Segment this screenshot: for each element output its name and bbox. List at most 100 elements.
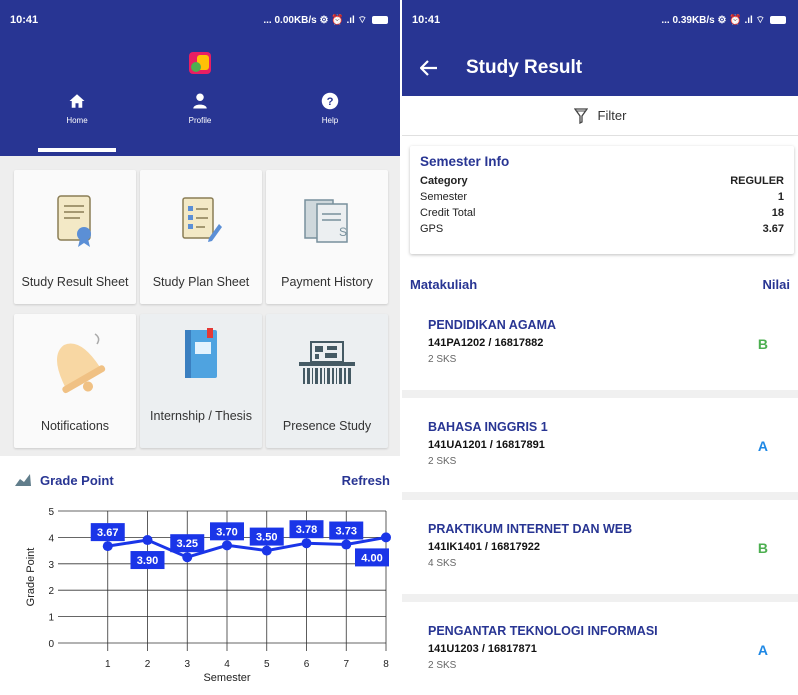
status-time: 10:41 xyxy=(10,14,39,26)
tile-label: Internship / Thesis xyxy=(150,409,252,423)
semester-info-title: Semester Info xyxy=(420,154,510,169)
y-tick-label: 2 xyxy=(48,586,54,597)
page-title: Study Result xyxy=(466,57,583,78)
nav-home-label: Home xyxy=(66,116,88,125)
app-bar: Study Result xyxy=(402,40,798,96)
top-navigation: Home Profile ? Help xyxy=(0,40,400,156)
menu-grid: Study Result Sheet Study Plan Sheet S Pa… xyxy=(0,156,400,456)
course-grade: A xyxy=(757,642,768,658)
tile-study-plan-sheet[interactable]: Study Plan Sheet xyxy=(140,170,262,304)
nav-help-label: Help xyxy=(321,116,339,125)
nilai-header: Nilai xyxy=(762,276,790,292)
tile-label: Payment History xyxy=(281,275,373,289)
data-label: 3.25 xyxy=(177,538,198,550)
course-code: 141UA1201 / 16817891 xyxy=(428,439,545,451)
course-name: PENDIDIKAN AGAMA xyxy=(428,318,557,332)
tile-label: Notifications xyxy=(40,419,110,433)
course-code: 141U1203 / 16817871 xyxy=(428,643,537,655)
nav-profile-label: Profile xyxy=(188,116,212,125)
course-name: PRAKTIKUM INTERNET DAN WEB xyxy=(428,522,633,536)
tile-internship-thesis[interactable]: Internship / Thesis xyxy=(140,314,262,448)
checklist-icon xyxy=(182,197,222,242)
app-logo xyxy=(189,52,211,74)
course-grade: B xyxy=(757,540,768,556)
svg-text:S: S xyxy=(339,225,347,239)
x-tick-label: 3 xyxy=(184,659,190,670)
course-item[interactable]: PRAKTIKUM INTERNET DAN WEB 141IK1401 / 1… xyxy=(402,500,798,594)
tile-label: Study Result Sheet xyxy=(21,275,129,289)
home-icon xyxy=(69,94,85,108)
tile-payment-history[interactable]: S Payment History xyxy=(266,170,388,304)
semester-info-card: Semester Info Category REGULER Semester … xyxy=(410,146,794,254)
chart-icon xyxy=(15,474,31,486)
x-tick-label: 7 xyxy=(343,659,349,670)
course-list: PENDIDIKAN AGAMA 141PA1202 / 16817882 2 … xyxy=(402,296,798,695)
svg-text:?: ? xyxy=(327,96,334,108)
x-tick-label: 8 xyxy=(383,659,389,670)
course-credits: 2 SKS xyxy=(428,660,457,671)
back-arrow-icon[interactable] xyxy=(420,60,438,76)
filter-label: Filter xyxy=(597,108,627,123)
data-label: 3.50 xyxy=(256,532,277,544)
status-indicators: ... 0.39KB/s ⚙ ⏰ .ıl ⌔ xyxy=(661,14,765,26)
data-point xyxy=(222,540,232,551)
status-bar: 10:41 ... 0.39KB/s ⚙ ⏰ .ıl ⌔ xyxy=(402,0,798,40)
y-tick-label: 1 xyxy=(48,613,54,624)
semester-row-gps: GPS 3.67 xyxy=(420,223,784,235)
home-screen: 10:41 ... 0.00KB/s ⚙ ⏰ .ıl ⌔ Home Profil… xyxy=(0,0,400,695)
data-point xyxy=(102,541,113,552)
data-label: 4.00 xyxy=(361,552,382,564)
course-item[interactable]: PENDIDIKAN AGAMA 141PA1202 / 16817882 2 … xyxy=(402,296,798,390)
matakuliah-header: Matakuliah xyxy=(410,276,478,292)
x-tick-label: 1 xyxy=(105,659,111,670)
x-tick-label: 2 xyxy=(145,659,151,670)
barcode-icon xyxy=(299,341,355,384)
battery-icon xyxy=(770,16,786,24)
x-axis-label: Semester xyxy=(203,672,250,684)
tile-study-result-sheet[interactable]: Study Result Sheet xyxy=(14,170,136,304)
data-label: 3.73 xyxy=(336,526,357,538)
y-tick-label: 4 xyxy=(48,533,54,544)
certificate-icon xyxy=(57,195,91,247)
nav-home[interactable]: Home xyxy=(42,92,112,125)
bell-icon xyxy=(57,333,106,394)
nav-profile[interactable]: Profile xyxy=(165,92,235,125)
course-grade: B xyxy=(757,336,768,352)
tile-label: Study Plan Sheet xyxy=(152,275,250,289)
course-credits: 2 SKS xyxy=(428,456,457,467)
nav-help[interactable]: ? Help xyxy=(295,92,365,125)
tile-notifications[interactable]: Notifications xyxy=(14,314,136,448)
course-code: 141IK1401 / 16817922 xyxy=(428,541,540,553)
data-label: 3.78 xyxy=(296,524,317,536)
tile-presence-study[interactable]: Presence Study xyxy=(266,314,388,448)
y-axis-label: Grade Point xyxy=(25,548,37,607)
data-point xyxy=(142,535,153,546)
semester-row-semester: Semester 1 xyxy=(420,191,784,203)
nav-active-indicator xyxy=(38,148,116,152)
data-label: 3.90 xyxy=(137,555,158,567)
study-result-screen: 10:41 ... 0.39KB/s ⚙ ⏰ .ıl ⌔ Study Resul… xyxy=(402,0,798,695)
x-tick-label: 5 xyxy=(264,659,270,670)
book-icon xyxy=(185,328,217,378)
x-tick-label: 4 xyxy=(224,659,230,670)
filter-button[interactable]: Filter xyxy=(402,96,798,136)
filter-icon xyxy=(573,107,588,124)
course-credits: 4 SKS xyxy=(428,558,457,569)
data-label: 3.70 xyxy=(216,526,237,538)
refresh-button[interactable]: Refresh xyxy=(342,473,390,488)
course-item[interactable]: PENGANTAR TEKNOLOGI INFORMASI 141U1203 /… xyxy=(402,602,798,695)
y-tick-label: 3 xyxy=(48,560,54,571)
data-point xyxy=(301,538,312,549)
status-time: 10:41 xyxy=(412,14,441,26)
course-code: 141PA1202 / 16817882 xyxy=(428,337,544,349)
y-tick-label: 5 xyxy=(48,507,54,518)
semester-row-category: Category REGULER xyxy=(420,175,784,187)
y-tick-label: 0 xyxy=(48,639,54,650)
course-item[interactable]: BAHASA INGGRIS 1 141UA1201 / 16817891 2 … xyxy=(402,398,798,492)
grade-point-header: Grade Point Refresh xyxy=(14,470,390,490)
status-bar: 10:41 ... 0.00KB/s ⚙ ⏰ .ıl ⌔ xyxy=(0,0,400,40)
status-indicators: ... 0.00KB/s ⚙ ⏰ .ıl ⌔ xyxy=(263,14,367,26)
data-label: 3.67 xyxy=(97,527,118,539)
grade-point-title: Grade Point xyxy=(40,472,114,488)
course-grade: A xyxy=(757,438,768,454)
